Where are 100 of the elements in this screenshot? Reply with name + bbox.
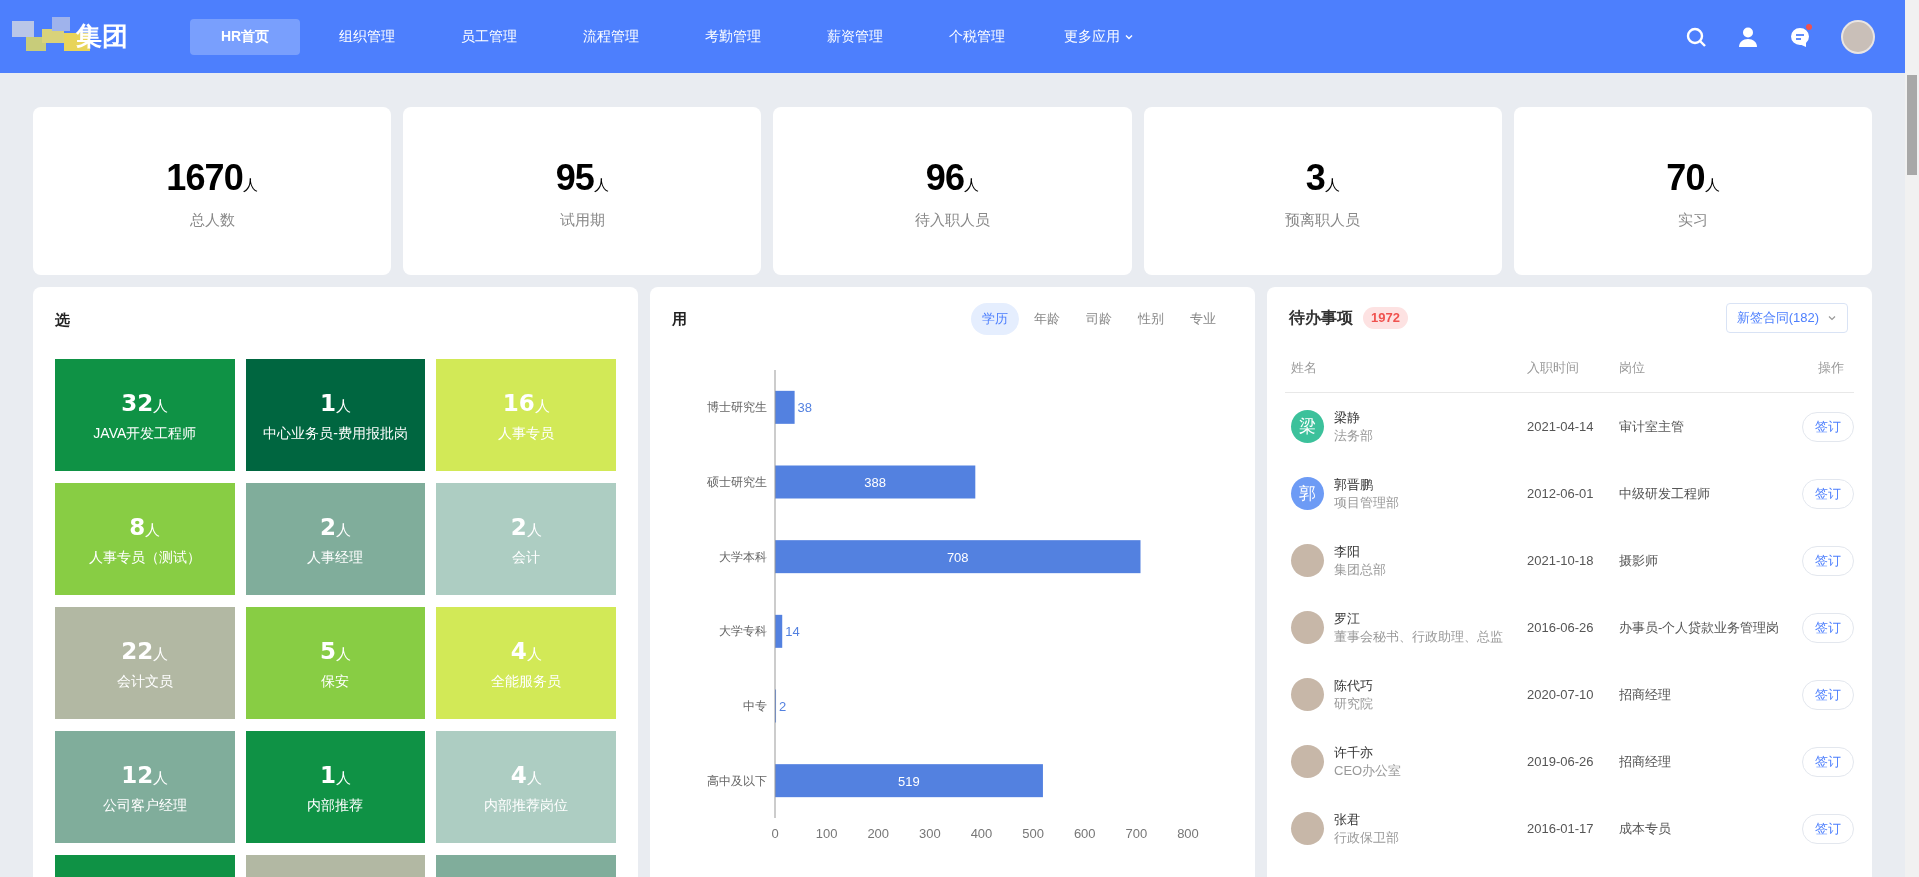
tile-label: 内部推荐 <box>307 795 364 815</box>
category-label: 中专 <box>743 699 767 713</box>
x-tick-label: 500 <box>1022 826 1044 841</box>
table-cell-text: 摄影师 <box>1619 551 1659 570</box>
table-cell-text: 2016-01-17 <box>1527 819 1595 838</box>
panel-title: 选 <box>55 310 71 330</box>
tile-count: 32 <box>121 389 154 419</box>
stat-unit: 人 <box>964 175 980 195</box>
bar-value-label: 708 <box>946 549 969 565</box>
tile-label: 全能服务员 <box>491 671 562 691</box>
stat-label: 总人数 <box>189 209 235 230</box>
tile-count: 2 <box>320 513 336 543</box>
tile-count: 8 <box>129 513 146 543</box>
panel-title: 待办事项 <box>1289 308 1353 328</box>
employee-name: 梁静 <box>1334 408 1361 427</box>
tile-label: 人事专员 <box>498 423 555 443</box>
tile-unit: 人 <box>526 521 542 541</box>
tile-unit: 人 <box>336 645 351 665</box>
tile-count: 12 <box>121 761 154 791</box>
tile-label: 会计文员 <box>116 671 173 691</box>
x-tick-label: 800 <box>1177 826 1199 841</box>
table-cell-text: 成本专员 <box>1619 819 1672 838</box>
category-label: 硕士研究生 <box>707 475 767 489</box>
table-cell-text: 2021-10-18 <box>1527 551 1595 570</box>
x-tick-label: 200 <box>867 826 890 841</box>
table-cell-text: 2016-06-26 <box>1527 618 1595 637</box>
tile-unit: 人 <box>153 397 169 417</box>
employee-name: 张君 <box>1334 810 1361 829</box>
column-header: 姓名 <box>1291 358 1318 377</box>
table-cell-text: 2020-07-10 <box>1527 685 1595 704</box>
tile-unit: 人 <box>336 397 351 417</box>
bar-value-label: 519 <box>898 773 920 789</box>
table-cell-text: 招商经理 <box>1619 685 1672 704</box>
stat-unit: 人 <box>242 175 258 195</box>
tile-unit: 人 <box>145 521 161 541</box>
tile-label: 公司客户经理 <box>102 795 187 815</box>
x-tick-label: 300 <box>919 826 941 841</box>
column-header: 操作 <box>1817 358 1845 377</box>
tile-label: 中心业务员-费用报批岗 <box>263 423 408 443</box>
tile-count: 1 <box>320 761 336 791</box>
stat-unit: 人 <box>1704 175 1720 195</box>
bar-value-label: 14 <box>785 624 800 640</box>
bar-value-label: 38 <box>797 400 813 416</box>
category-label: 博士研究生 <box>707 400 767 415</box>
stat-value: 1670 <box>166 155 243 200</box>
stat-unit: 人 <box>1324 175 1340 195</box>
stat-value: 3 <box>1305 155 1325 200</box>
employee-name: 陈代巧 <box>1334 676 1373 695</box>
x-tick-label: 100 <box>815 826 838 841</box>
tile-unit: 人 <box>153 769 169 789</box>
employee-department: 集团总部 <box>1334 560 1386 579</box>
employee-name: 许千亦 <box>1334 743 1374 762</box>
count-badge: 1972 <box>1363 307 1408 329</box>
stat-label: 预离职人员 <box>1285 209 1361 230</box>
avatar: 梁 <box>1291 410 1324 443</box>
employee-name: 郭晋鹏 <box>1334 475 1374 494</box>
table-cell-text: 2021-04-14 <box>1527 417 1595 436</box>
table-cell-text: 办事员-个人贷款业务管理岗 <box>1619 618 1781 637</box>
employee-department: 研究院 <box>1334 694 1373 713</box>
table-cell-text: 2012-06-01 <box>1527 484 1595 503</box>
tile-label: 人事专员（测试） <box>88 547 201 567</box>
x-tick-label: 0 <box>771 826 779 841</box>
employee-department: 董事会秘书、行政助理、总监 <box>1334 627 1503 646</box>
tile-unit: 人 <box>526 769 542 789</box>
stat-value: 70 <box>1666 155 1705 200</box>
x-tick-label: 600 <box>1073 826 1096 841</box>
tile-unit: 人 <box>526 645 542 665</box>
stat-label: 试用期 <box>559 209 605 230</box>
column-header: 岗位 <box>1619 358 1646 377</box>
column-header: 入职时间 <box>1527 358 1580 377</box>
tile-count: 2 <box>510 513 527 543</box>
category-label: 大学专科 <box>719 624 767 639</box>
employee-name: 李阳 <box>1334 542 1361 561</box>
tile-count: 5 <box>320 637 336 667</box>
bar-value-label: 388 <box>864 475 886 490</box>
tile-label: 人事经理 <box>307 547 364 567</box>
tile-count: 16 <box>502 389 535 419</box>
stat-value: 96 <box>925 155 965 200</box>
table-cell-text: 中级研发工程师 <box>1619 484 1711 503</box>
bar-value-label: 2 <box>779 699 787 714</box>
employee-department: CEO办公室 <box>1334 761 1402 780</box>
tile-count: 22 <box>121 637 154 667</box>
tile-count: 4 <box>510 637 527 667</box>
tile-unit: 人 <box>336 769 351 789</box>
x-tick-label: 400 <box>970 826 993 841</box>
tile-label: 会计 <box>512 547 541 567</box>
table-cell-text: 招商经理 <box>1619 752 1672 771</box>
tile-unit: 人 <box>534 397 550 417</box>
tile-unit: 人 <box>336 521 351 541</box>
employee-department: 行政保卫部 <box>1334 828 1399 847</box>
stat-label: 待入职人员 <box>915 209 990 230</box>
category-label: 高中及以下 <box>707 773 767 788</box>
table-cell-text: 2019-06-26 <box>1527 752 1595 771</box>
employee-department: 项目管理部 <box>1334 493 1399 512</box>
stat-value: 95 <box>555 155 594 200</box>
avatar: 郭 <box>1291 477 1324 510</box>
employee-name: 罗江 <box>1334 609 1361 628</box>
stat-unit: 人 <box>593 175 609 195</box>
x-tick-label: 700 <box>1125 826 1148 841</box>
panel-title: 用 <box>672 308 687 329</box>
